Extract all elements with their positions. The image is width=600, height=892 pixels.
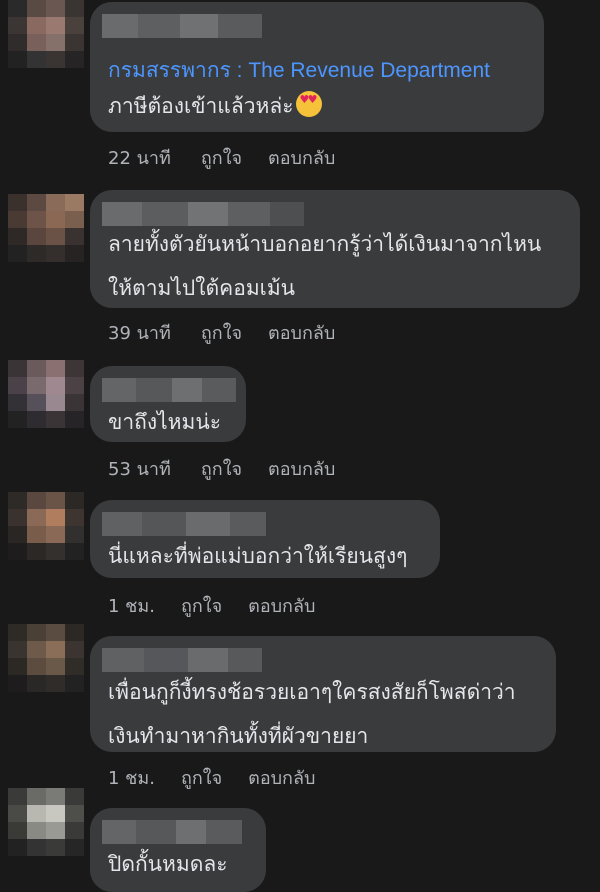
blurred-author-name[interactable] [102, 820, 242, 844]
comment-text: ปิดกั้นหมดละ [108, 842, 228, 886]
comment-actions: 22 นาที ถูกใจ ตอบกลับ [108, 143, 335, 172]
comment-bubble: นี่แหละที่พ่อแม่บอกว่าให้เรียนสูงๆ [90, 500, 440, 578]
author-page-name[interactable]: กรมสรรพากร : The Revenue Department [108, 54, 490, 87]
reply-button[interactable]: ตอบกลับ [248, 768, 315, 789]
comment-text: นี่แหละที่พ่อแม่บอกว่าให้เรียนสูงๆ [108, 534, 407, 578]
blurred-author-name[interactable] [102, 378, 236, 402]
comment-actions: 39 นาที ถูกใจ ตอบกลับ [108, 318, 335, 347]
reply-button[interactable]: ตอบกลับ [268, 459, 335, 480]
comment-bubble: ลายทั้งตัวยันหน้าบอกอยากรู้ว่าได้เงินมาจ… [90, 190, 580, 308]
comment-line: ภาษีต้องเข้าแล้วหล่ะ [108, 94, 294, 118]
avatar[interactable] [8, 0, 84, 68]
comment-text: ภาษีต้องเข้าแล้วหล่ะ [108, 84, 322, 128]
like-button[interactable]: ถูกใจ [201, 459, 242, 480]
comment-actions: 53 นาที ถูกใจ ตอบกลับ [108, 454, 335, 483]
blurred-author-name[interactable] [102, 648, 262, 672]
avatar[interactable] [8, 360, 84, 428]
like-button[interactable]: ถูกใจ [201, 148, 242, 169]
comment-time: 39 นาที [108, 323, 171, 344]
reply-button[interactable]: ตอบกลับ [248, 596, 315, 617]
comment-line: ให้ตามไปใต้คอมเม้น [108, 276, 296, 300]
comment-line: นี่แหละที่พ่อแม่บอกว่าให้เรียนสูงๆ [108, 544, 408, 568]
comment-bubble: ขาถึงไหมน่ะ [90, 366, 246, 442]
comment-line: เพื่อนกูก็งี้ทรงช้อรวยเอาๆใครสงสัยก็โพสด… [108, 680, 516, 704]
avatar[interactable] [8, 194, 84, 262]
smiling-face-with-heart-eyes-icon [295, 91, 322, 117]
like-button[interactable]: ถูกใจ [181, 768, 222, 789]
comment-text: เพื่อนกูก็งี้ทรงช้อรวยเอาๆใครสงสัยก็โพสด… [108, 670, 516, 758]
avatar[interactable] [8, 492, 84, 560]
avatar[interactable] [8, 788, 84, 856]
blurred-author-name[interactable] [102, 512, 266, 536]
comment-line: ขาถึงไหมน่ะ [108, 410, 221, 434]
avatar[interactable] [8, 624, 84, 692]
comment-time: 1 ชม. [108, 768, 155, 789]
blurred-author-name[interactable] [102, 14, 262, 38]
comment-time: 22 นาที [108, 148, 171, 169]
comment-time: 1 ชม. [108, 596, 155, 617]
reply-button[interactable]: ตอบกลับ [268, 148, 335, 169]
comment-bubble: กรมสรรพากร : The Revenue Department ภาษี… [90, 2, 544, 132]
comment-line: เงินทำมาหากินทั้งที่ผัวขายยา [108, 724, 369, 748]
comment-bubble: ปิดกั้นหมดละ [90, 808, 266, 892]
comment-text: ขาถึงไหมน่ะ [108, 400, 221, 444]
comment-time: 53 นาที [108, 459, 171, 480]
comment-bubble: เพื่อนกูก็งี้ทรงช้อรวยเอาๆใครสงสัยก็โพสด… [90, 636, 556, 752]
like-button[interactable]: ถูกใจ [201, 323, 242, 344]
reply-button[interactable]: ตอบกลับ [268, 323, 335, 344]
comment-text: ลายทั้งตัวยันหน้าบอกอยากรู้ว่าได้เงินมาจ… [108, 222, 541, 310]
comment-line: ปิดกั้นหมดละ [108, 852, 228, 876]
like-button[interactable]: ถูกใจ [181, 596, 222, 617]
comment-actions: 1 ชม. ถูกใจ ตอบกลับ [108, 591, 315, 620]
comment-actions: 1 ชม. ถูกใจ ตอบกลับ [108, 763, 315, 792]
comment-line: ลายทั้งตัวยันหน้าบอกอยากรู้ว่าได้เงินมาจ… [108, 232, 542, 256]
